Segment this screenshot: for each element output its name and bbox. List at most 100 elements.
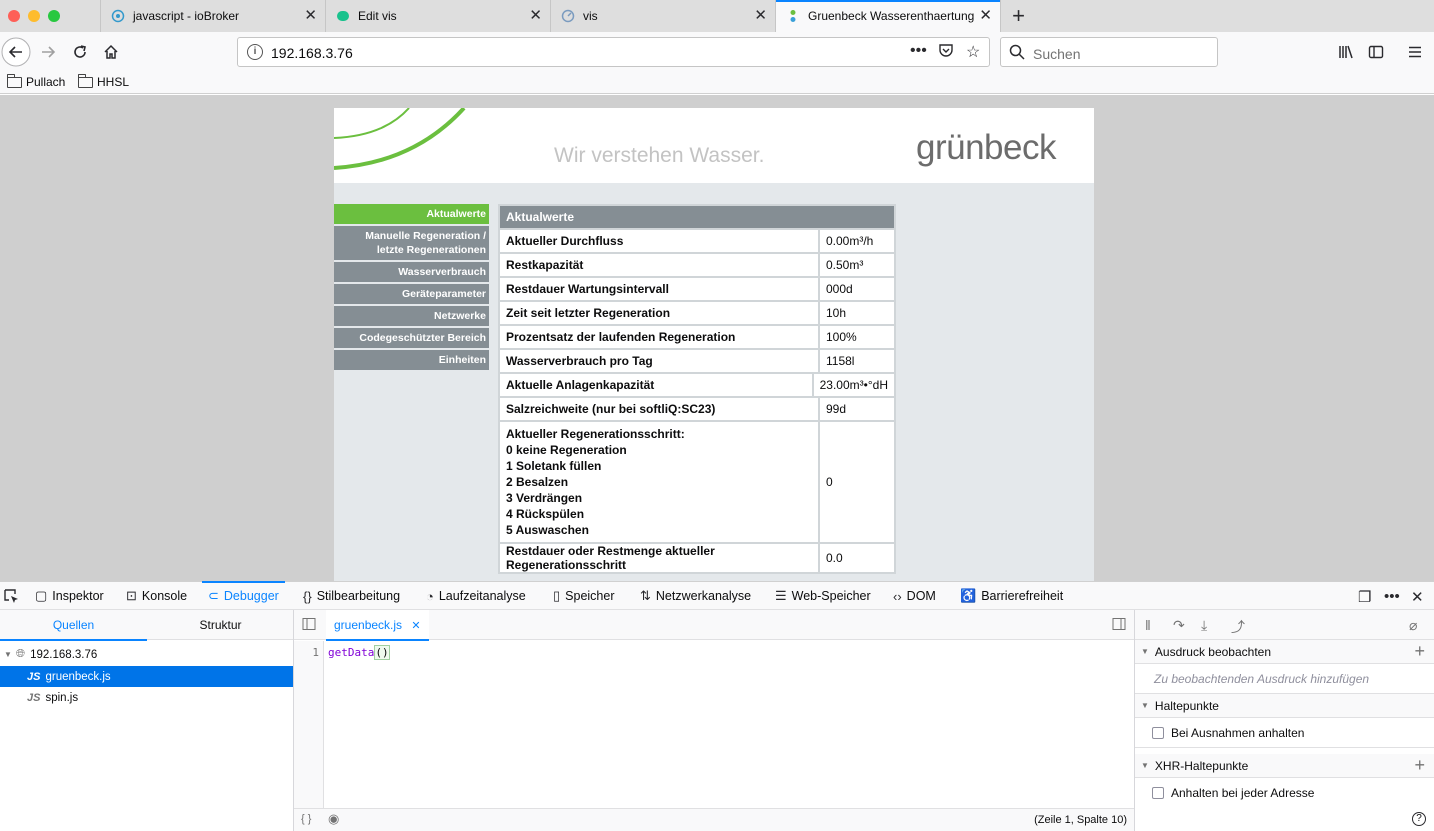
js-file-icon: JS bbox=[27, 691, 41, 704]
pause-on-exceptions-row[interactable]: Bei Ausnahmen anhalten bbox=[1135, 718, 1434, 748]
step-over-icon[interactable]: ↷ bbox=[1173, 617, 1185, 634]
reload-button[interactable] bbox=[64, 36, 96, 68]
home-button[interactable] bbox=[95, 36, 127, 68]
url-bar[interactable]: i 192.168.3.76 ••• ☆ bbox=[237, 37, 990, 67]
tab-quellen[interactable]: Quellen bbox=[0, 610, 147, 641]
close-tab-icon[interactable]: ✕ bbox=[979, 8, 992, 24]
tab-dom[interactable]: ‹› DOM bbox=[893, 582, 936, 610]
tab-label: Netzwerkanalyse bbox=[655, 589, 752, 603]
network-icon: ⇅ bbox=[640, 588, 651, 603]
tree-file-gruenbeck[interactable]: JS gruenbeck.js bbox=[0, 666, 293, 687]
tab-gruenbeck[interactable]: Gruenbeck Wasserenthaertung ✕ bbox=[775, 0, 1000, 32]
deactivate-breakpoints-icon[interactable]: ⌀ bbox=[1409, 617, 1417, 634]
step-in-icon[interactable]: ⤓ bbox=[1201, 617, 1207, 634]
code-parens: () bbox=[374, 645, 390, 660]
watch-input-row[interactable]: Zu beobachtenden Ausdruck hinzufügen bbox=[1135, 664, 1434, 694]
bookmark-folder-pullach[interactable]: Pullach bbox=[7, 73, 65, 89]
editor-tab-gruenbeck[interactable]: gruenbeck.js ✕ bbox=[326, 610, 429, 641]
table-row: Aktuelle Anlagenkapazität 23.00m³•°dH bbox=[500, 374, 894, 396]
menu-item-codegeschuetzter-bereich[interactable]: Codegeschützter Bereich bbox=[334, 328, 489, 348]
pocket-icon[interactable] bbox=[938, 42, 954, 63]
line-number[interactable]: 1 bbox=[312, 646, 319, 659]
navigation-toolbar: i 192.168.3.76 ••• ☆ Suchen bbox=[0, 32, 1434, 72]
add-xhr-breakpoint-icon[interactable]: + bbox=[1414, 755, 1425, 776]
tab-debugger[interactable]: ⊂ Debugger bbox=[202, 581, 285, 610]
menu-item-einheiten[interactable]: Einheiten bbox=[334, 350, 489, 370]
sidebar-button[interactable] bbox=[1361, 36, 1391, 68]
tab-label: Inspektor bbox=[52, 589, 104, 603]
xhr-any-url-checkbox[interactable] bbox=[1152, 787, 1164, 799]
menu-button[interactable] bbox=[1400, 36, 1430, 68]
bookmark-folder-hhsl[interactable]: HHSL bbox=[78, 73, 129, 89]
bookmark-star-icon[interactable]: ☆ bbox=[966, 42, 980, 62]
back-button[interactable] bbox=[0, 36, 32, 68]
new-tab-button[interactable]: + bbox=[1000, 0, 1036, 32]
watch-section-header[interactable]: ▼ Ausdruck beobachten + bbox=[1135, 640, 1434, 664]
tab-laufzeitanalyse[interactable]: ◔ Laufzeitanalyse bbox=[426, 582, 526, 610]
menu-item-aktualwerte[interactable]: Aktualwerte bbox=[334, 204, 489, 224]
row-value: 99d bbox=[820, 398, 894, 420]
pause-icon[interactable]: ‖ bbox=[1145, 617, 1151, 633]
minimize-window-button[interactable] bbox=[28, 10, 40, 22]
pause-on-exceptions-checkbox[interactable] bbox=[1152, 726, 1164, 739]
close-editor-tab-icon[interactable]: ✕ bbox=[411, 620, 420, 632]
tab-vis[interactable]: vis ✕ bbox=[550, 0, 775, 32]
debugger-controls: ‖ ↷ ⤓ ⤴ ⌀ bbox=[1135, 610, 1434, 640]
tab-speicher[interactable]: ▯ Speicher bbox=[553, 582, 615, 610]
tab-inspektor[interactable]: ▢ Inspektor bbox=[35, 582, 104, 610]
tab-label: Konsole bbox=[141, 589, 188, 603]
xhr-any-url-row[interactable]: Anhalten bei jeder Adresse bbox=[1135, 778, 1434, 808]
step-out-icon[interactable]: ⤴ bbox=[1231, 617, 1245, 637]
tab-netzwerkanalyse[interactable]: ⇅ Netzwerkanalyse bbox=[640, 582, 751, 610]
tab-label: Barrierefreiheit bbox=[981, 589, 1064, 603]
tab-konsole[interactable]: ⊡ Konsole bbox=[126, 582, 187, 610]
pretty-print-button[interactable]: { } bbox=[301, 813, 311, 825]
tree-host-node[interactable]: ▼ 🌐︎ 192.168.3.76 bbox=[0, 644, 293, 665]
more-options-icon[interactable]: ••• bbox=[1384, 588, 1400, 605]
row-value: 0 bbox=[820, 422, 894, 542]
breakpoints-section-header[interactable]: ▼ Haltepunkte bbox=[1135, 694, 1434, 718]
toggle-panes-icon[interactable] bbox=[1112, 617, 1126, 634]
close-window-button[interactable] bbox=[8, 10, 20, 22]
menu-item-geraeteparameter[interactable]: Geräteparameter bbox=[334, 284, 489, 304]
blackbox-eye-icon[interactable]: ◉ bbox=[328, 811, 339, 827]
help-icon[interactable]: ? bbox=[1412, 812, 1426, 826]
tree-file-spin[interactable]: JS spin.js bbox=[0, 687, 293, 708]
expand-triangle-icon[interactable]: ▼ bbox=[4, 650, 12, 659]
xhr-section-header[interactable]: ▼ XHR-Haltepunkte + bbox=[1135, 754, 1434, 778]
close-tab-icon[interactable]: ✕ bbox=[529, 8, 542, 24]
add-watch-icon[interactable]: + bbox=[1414, 641, 1425, 662]
dock-options-icon[interactable]: ❐ bbox=[1358, 588, 1371, 606]
library-button[interactable] bbox=[1331, 36, 1361, 68]
menu-item-netzwerke[interactable]: Netzwerke bbox=[334, 306, 489, 326]
close-devtools-icon[interactable]: ✕ bbox=[1411, 588, 1424, 606]
tab-barrierefreiheit[interactable]: ♿ Barrierefreiheit bbox=[960, 582, 1063, 610]
active-tab-indicator bbox=[776, 0, 1000, 2]
url-text[interactable]: 192.168.3.76 bbox=[271, 45, 353, 61]
menu-item-manuelle-regeneration[interactable]: Manuelle Regeneration / letzte Regenerat… bbox=[334, 226, 489, 260]
toggle-sources-icon[interactable] bbox=[302, 617, 316, 634]
code-line[interactable]: getData() bbox=[328, 645, 390, 660]
watch-placeholder[interactable]: Zu beobachtenden Ausdruck hinzufügen bbox=[1154, 672, 1369, 686]
tab-edit-vis[interactable]: Edit vis ✕ bbox=[325, 0, 550, 32]
devtools-toolbar: ▢ Inspektor ⊡ Konsole ⊂ Debugger {} Stilbear… bbox=[0, 581, 1434, 610]
zoom-window-button[interactable] bbox=[48, 10, 60, 22]
forward-button[interactable] bbox=[32, 36, 64, 68]
page-actions-icon[interactable]: ••• bbox=[910, 42, 927, 60]
close-tab-icon[interactable]: ✕ bbox=[754, 8, 767, 24]
inspector-icon: ▢ bbox=[35, 588, 48, 603]
row-label: Restdauer oder Restmenge aktueller Regen… bbox=[500, 544, 818, 572]
element-picker-button[interactable] bbox=[3, 582, 19, 610]
site-info-icon[interactable]: i bbox=[247, 44, 263, 60]
tab-web-speicher[interactable]: ☰ Web-Speicher bbox=[775, 582, 871, 610]
search-bar[interactable]: Suchen bbox=[1000, 37, 1218, 67]
tab-stilbearbeitung[interactable]: {} Stilbearbeitung bbox=[303, 582, 400, 610]
close-tab-icon[interactable]: ✕ bbox=[304, 8, 317, 24]
dom-icon: ‹› bbox=[893, 588, 902, 604]
tab-struktur[interactable]: Struktur bbox=[147, 610, 294, 640]
menu-item-wasserverbrauch[interactable]: Wasserverbrauch bbox=[334, 262, 489, 282]
code-function: getData bbox=[328, 646, 375, 659]
cursor-position: (Zeile 1, Spalte 10) bbox=[1034, 814, 1127, 826]
gruenbeck-favicon-icon bbox=[786, 9, 800, 23]
tab-iobroker[interactable]: javascript - ioBroker ✕ bbox=[100, 0, 325, 32]
